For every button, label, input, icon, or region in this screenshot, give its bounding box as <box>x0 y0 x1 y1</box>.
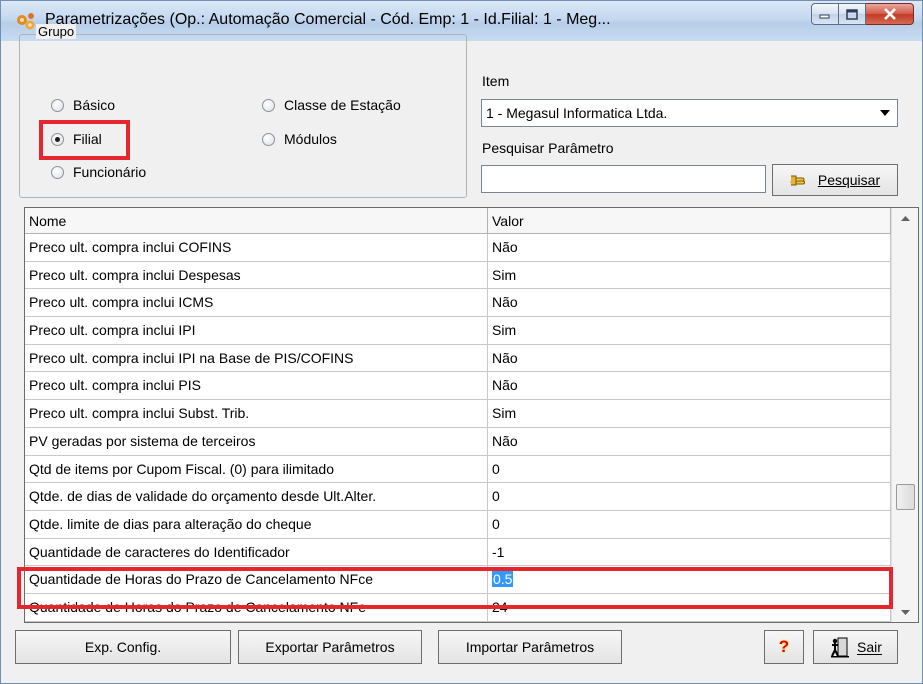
radio-basico[interactable]: Básico <box>51 97 115 113</box>
window-title: Parametrizações (Op.: Automação Comercia… <box>45 11 611 28</box>
cell-valor[interactable]: Sim <box>488 400 891 427</box>
exportar-parametros-button[interactable]: Exportar Parâmetros <box>238 630 422 664</box>
sair-button-label: Sair <box>857 639 882 655</box>
exit-door-icon <box>831 637 850 658</box>
radio-indicator <box>262 98 275 112</box>
cell-nome: Preco ult. compra inclui COFINS <box>25 234 488 261</box>
search-button[interactable]: Pesquisar <box>772 164 898 196</box>
importar-parametros-label: Importar Parâmetros <box>465 639 595 655</box>
table-row[interactable]: Preco ult. compra inclui ICMS Não <box>25 289 891 318</box>
chevron-down-icon <box>880 110 890 116</box>
grid-header: Nome Valor <box>25 208 891 234</box>
exp-config-button[interactable]: Exp. Config. <box>15 630 231 664</box>
scroll-down-button[interactable] <box>892 602 918 622</box>
cell-valor[interactable]: 0 <box>488 455 891 483</box>
maximize-icon <box>846 8 858 20</box>
radio-funcionario-label: Funcionário <box>73 164 147 180</box>
radio-indicator <box>262 132 275 146</box>
maximize-button[interactable] <box>839 3 866 25</box>
pointing-hand-icon <box>790 175 805 186</box>
group-box-label: Grupo <box>36 24 77 39</box>
minimize-button[interactable] <box>811 3 839 25</box>
dropdown-button[interactable] <box>874 101 896 125</box>
radio-indicator <box>51 165 64 179</box>
scroll-thumb[interactable] <box>896 484 915 510</box>
column-header-valor[interactable]: Valor <box>488 208 891 234</box>
item-select-value: 1 - Megasul Informatica Ltda. <box>486 105 668 121</box>
radio-basico-label: Básico <box>73 97 116 113</box>
table-row[interactable]: Preco ult. compra inclui Despesas Sim <box>25 261 891 290</box>
cell-valor[interactable]: Sim <box>488 317 891 344</box>
cell-valor[interactable]: Não <box>488 427 891 455</box>
filial-highlight-annotation <box>39 120 130 160</box>
cell-valor[interactable]: Não <box>488 372 891 400</box>
row-highlight-annotation <box>17 567 893 609</box>
item-label: Item <box>482 73 510 89</box>
table-row[interactable]: Qtd de items por Cupom Fiscal. (0) para … <box>25 455 891 484</box>
arrow-up-icon <box>901 215 910 221</box>
cell-nome: Preco ult. compra inclui IPI na Base de … <box>25 344 488 372</box>
window-controls <box>811 3 914 25</box>
radio-indicator <box>51 98 64 112</box>
table-row[interactable]: Preco ult. compra inclui IPI Sim <box>25 317 891 345</box>
cell-valor[interactable]: -1 <box>488 538 891 566</box>
table-row[interactable]: Preco ult. compra inclui IPI na Base de … <box>25 344 891 373</box>
search-label: Pesquisar Parâmetro <box>482 140 614 156</box>
close-icon <box>883 8 896 20</box>
scroll-up-button[interactable] <box>892 208 918 228</box>
search-input[interactable] <box>481 165 766 193</box>
cell-valor[interactable]: Não <box>488 289 891 317</box>
item-select[interactable]: 1 - Megasul Informatica Ltda. <box>481 99 898 127</box>
cell-nome: Preco ult. compra inclui PIS <box>25 372 488 400</box>
cell-valor[interactable]: Não <box>488 344 891 372</box>
grid-rows: Preco ult. compra inclui COFINS Não Prec… <box>25 234 891 622</box>
parameters-grid[interactable]: Nome Valor Preco ult. compra inclui COFI… <box>24 207 919 623</box>
question-mark-icon: ? <box>778 637 790 656</box>
cell-valor[interactable]: Sim <box>488 261 891 289</box>
vertical-scrollbar[interactable] <box>891 208 918 622</box>
cell-nome: Quantidade de caracteres do Identificado… <box>25 538 488 566</box>
cell-nome: Preco ult. compra inclui Subst. Trib. <box>25 400 488 427</box>
cell-valor[interactable]: Não <box>488 234 891 261</box>
cell-nome: Preco ult. compra inclui IPI <box>25 317 488 344</box>
sair-button[interactable]: Sair <box>813 630 898 664</box>
table-row[interactable]: Preco ult. compra inclui PIS Não <box>25 372 891 401</box>
cell-valor[interactable]: 0 <box>488 483 891 510</box>
cell-nome: Qtde. limite de dias para alteração do c… <box>25 510 488 538</box>
column-header-nome[interactable]: Nome <box>25 208 488 234</box>
help-button[interactable]: ? <box>764 630 804 664</box>
radio-modulos[interactable]: Módulos <box>262 131 337 147</box>
table-row[interactable]: Preco ult. compra inclui COFINS Não <box>25 234 891 262</box>
exp-config-button-label: Exp. Config. <box>84 639 162 655</box>
table-row[interactable]: Qtde. limite de dias para alteração do c… <box>25 510 891 539</box>
arrow-down-icon <box>901 609 910 615</box>
radio-funcionario[interactable]: Funcionário <box>51 164 146 180</box>
table-row[interactable]: Preco ult. compra inclui Subst. Trib. Si… <box>25 400 891 428</box>
radio-classe-estacao-label: Classe de Estação <box>284 97 401 113</box>
close-button[interactable] <box>866 3 914 25</box>
parametrizacoes-window: Parametrizações (Op.: Automação Comercia… <box>0 0 923 684</box>
cell-nome: Qtde. de dias de validade do orçamento d… <box>25 483 488 510</box>
cell-nome: PV geradas por sistema de terceiros <box>25 427 488 455</box>
table-row[interactable]: Quantidade de caracteres do Identificado… <box>25 538 891 567</box>
minimize-icon <box>819 14 830 19</box>
gear-cluster-icon <box>17 13 35 30</box>
radio-modulos-label: Módulos <box>284 131 337 147</box>
table-row[interactable]: PV geradas por sistema de terceiros Não <box>25 427 891 456</box>
radio-classe-estacao[interactable]: Classe de Estação <box>262 97 401 113</box>
search-button-label: Pesquisar <box>817 172 881 188</box>
cell-nome: Qtd de items por Cupom Fiscal. (0) para … <box>25 455 488 483</box>
cell-valor[interactable]: 0 <box>488 510 891 538</box>
table-row[interactable]: Qtde. de dias de validade do orçamento d… <box>25 483 891 511</box>
cell-nome: Preco ult. compra inclui ICMS <box>25 289 488 317</box>
exportar-parametros-label: Exportar Parâmetros <box>265 639 395 655</box>
cell-nome: Preco ult. compra inclui Despesas <box>25 261 488 289</box>
importar-parametros-button[interactable]: Importar Parâmetros <box>438 630 622 664</box>
